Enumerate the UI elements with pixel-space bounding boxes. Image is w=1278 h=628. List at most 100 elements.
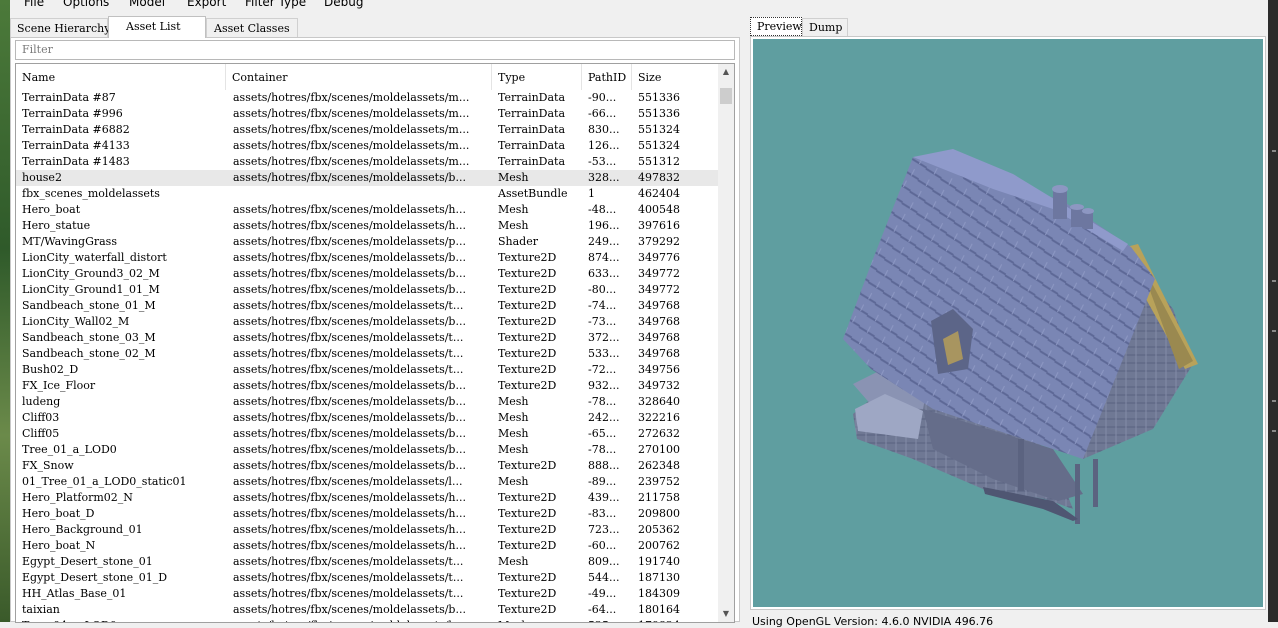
list-scrollbar[interactable]: ▲ ▼ (718, 64, 734, 622)
asset-row[interactable]: Bush02_D assets/hotres/fbx/scenes/moldela… (16, 362, 720, 378)
menu-export[interactable]: Export (187, 0, 226, 9)
cell-name: Tree_04_a_LOD0 (16, 618, 226, 622)
window-edge (1268, 0, 1278, 622)
cell-size: 211758 (638, 491, 680, 504)
scroll-up-arrow-icon[interactable]: ▲ (718, 64, 734, 80)
scroll-down-arrow-icon[interactable]: ▼ (718, 606, 734, 622)
cell-size: 497832 (638, 171, 680, 184)
asset-row[interactable]: Tree_04_a_LOD0assets/hotres/fbx/scenes/m… (16, 618, 720, 622)
cell-container: assets/hotres/fbx/scenes/moldelassets/m.… (233, 139, 470, 152)
asset-row[interactable]: house2 assets/hotres/fbx/scenes/moldelass… (16, 170, 720, 186)
tab-asset-list[interactable]: Asset List (108, 16, 206, 38)
asset-row[interactable]: FX_Snow assets/hotres/fbx/scenes/moldelas… (16, 458, 720, 474)
cell-name: house2 (22, 171, 62, 184)
asset-row[interactable]: Sandbeach_stone_03_M assets/hotres/fbx/sc… (16, 330, 720, 346)
asset-row[interactable]: Cliff03 assets/hotres/fbx/scenes/moldelas… (16, 410, 720, 426)
cell-pathid: 242... (588, 411, 620, 424)
cell-pathid: -78... (588, 395, 617, 408)
cell-size: 349772 (638, 267, 680, 280)
cell-name: Sandbeach_stone_03_M (22, 331, 156, 344)
asset-row[interactable]: fbx_scenes_moldelassets AssetBundle 1 46240… (16, 186, 720, 202)
asset-row[interactable]: Hero_boat_D assets/hotres/fbx/scenes/mold… (16, 506, 720, 522)
asset-row[interactable]: Sandbeach_stone_02_M assets/hotres/fbx/sc… (16, 346, 720, 362)
cell-size: 379292 (638, 235, 680, 248)
cell-size: 551336 (638, 107, 680, 120)
asset-row[interactable]: Sandbeach_stone_01_M assets/hotres/fbx/sc… (16, 298, 720, 314)
column-header-size[interactable]: Size (632, 64, 720, 90)
cell-name: Cliff03 (22, 411, 60, 424)
cell-pathid: -53... (588, 155, 617, 168)
model-preview-viewport[interactable] (753, 39, 1263, 607)
menu-filter-type[interactable]: Filter Type (245, 0, 306, 9)
asset-row[interactable]: Cliff05 assets/hotres/fbx/scenes/moldelas… (16, 426, 720, 442)
column-header-name[interactable]: Name (16, 64, 226, 90)
asset-row[interactable]: TerrainData #4133 assets/hotres/fbx/scene… (16, 138, 720, 154)
tab-dump[interactable]: Dump (802, 18, 848, 36)
cell-pathid: 328... (588, 171, 620, 184)
asset-row[interactable]: FX_Ice_Floor assets/hotres/fbx/scenes/mol… (16, 378, 720, 394)
asset-row[interactable]: Hero_boat assets/hotres/fbx/scenes/moldel… (16, 202, 720, 218)
cell-type: Texture2D (498, 523, 557, 536)
cell-name: TerrainData #1483 (22, 155, 130, 168)
cell-container: assets/hotres/fbx/scenes/moldelassets/h.… (233, 507, 467, 520)
asset-row[interactable]: 01_Tree_01_a_LOD0_static01 assets/hotres/… (16, 474, 720, 490)
cell-name: taixian (22, 603, 60, 616)
cell-type: Texture2D (498, 331, 557, 344)
asset-row[interactable]: ludeng assets/hotres/fbx/scenes/moldelass… (16, 394, 720, 410)
tab-asset-classes[interactable]: Asset Classes (206, 18, 298, 38)
asset-row[interactable]: HH_Atlas_Base_01 assets/hotres/fbx/scenes… (16, 586, 720, 602)
cell-pathid: 126... (588, 139, 620, 152)
cell-type: Mesh (498, 203, 529, 216)
column-header-type[interactable]: Type (492, 64, 582, 90)
cell-type: Mesh (498, 475, 529, 488)
menu-model[interactable]: Model (129, 0, 165, 9)
asset-row[interactable]: LionCity_Ground3_02_M assets/hotres/fbx/s… (16, 266, 720, 282)
asset-row[interactable]: TerrainData #87 assets/hotres/fbx/scenes/… (16, 90, 720, 106)
asset-row[interactable]: LionCity_Wall02_M assets/hotres/fbx/scene… (16, 314, 720, 330)
tab-preview[interactable]: Preview (750, 17, 802, 36)
cell-pathid: -49... (588, 587, 617, 600)
filter-input[interactable]: Filter (15, 40, 735, 60)
cell-container: assets/hotres/fbx/scenes/moldelassets/p.… (233, 235, 466, 248)
asset-row[interactable]: Egypt_Desert_stone_01_D assets/hotres/fbx… (16, 570, 720, 586)
menu-file[interactable]: File (24, 0, 44, 9)
cell-type: Texture2D (498, 251, 557, 264)
asset-row[interactable]: TerrainData #6882 assets/hotres/fbx/scene… (16, 122, 720, 138)
cell-size: 400548 (638, 203, 680, 216)
menu-options[interactable]: Options (63, 0, 109, 9)
menu-debug[interactable]: Debug (324, 0, 363, 9)
asset-row[interactable]: Hero_statue assets/hotres/fbx/scenes/mold… (16, 218, 720, 234)
cell-name: Bush02_D (22, 363, 79, 376)
cell-size: 328640 (638, 395, 680, 408)
column-header-container[interactable]: Container (226, 64, 492, 90)
asset-row[interactable]: Hero_boat_N assets/hotres/fbx/scenes/mold… (16, 538, 720, 554)
asset-row[interactable]: Hero_Platform02_N assets/hotres/fbx/scene… (16, 490, 720, 506)
cell-type: Texture2D (498, 379, 557, 392)
cell-type: Texture2D (498, 571, 557, 584)
cell-container: assets/hotres/fbx/scenes/moldelassets/m.… (233, 155, 470, 168)
cell-name: Egypt_Desert_stone_01 (22, 555, 153, 568)
scrollbar-thumb[interactable] (720, 88, 732, 104)
asset-row[interactable]: TerrainData #1483 assets/hotres/fbx/scene… (16, 154, 720, 170)
cell-container: assets/hotres/fbx/scenes/moldelassets/h.… (233, 219, 467, 232)
asset-row[interactable]: Tree_01_a_LOD0 assets/hotres/fbx/scenes/m… (16, 442, 720, 458)
cell-size: 397616 (638, 219, 680, 232)
desktop-edge (0, 0, 10, 622)
asset-list[interactable]: Name Container Type PathID Size TerrainD… (15, 63, 735, 623)
cell-pathid: 633... (588, 267, 620, 280)
asset-row[interactable]: TerrainData #996 assets/hotres/fbx/scenes… (16, 106, 720, 122)
cell-name: LionCity_waterfall_distort (22, 251, 167, 264)
cell-type: Shader (498, 235, 538, 248)
asset-row[interactable]: LionCity_waterfall_distort assets/hotres/… (16, 250, 720, 266)
cell-size: 239752 (638, 475, 680, 488)
cell-name: FX_Snow (22, 459, 74, 472)
asset-row[interactable]: MT/WavingGrass assets/hotres/fbx/scenes/m… (16, 234, 720, 250)
column-header-pathid[interactable]: PathID (582, 64, 632, 90)
cell-name: TerrainData #996 (22, 107, 123, 120)
asset-row[interactable]: Egypt_Desert_stone_01 assets/hotres/fbx/s… (16, 554, 720, 570)
asset-row[interactable]: LionCity_Ground1_01_M assets/hotres/fbx/s… (16, 282, 720, 298)
asset-row[interactable]: Hero_Background_01 assets/hotres/fbx/scen… (16, 522, 720, 538)
tab-scene-hierarchy[interactable]: Scene Hierarchy (10, 18, 110, 38)
cell-container: assets/hotres/fbx/scenes/moldelassets/h.… (233, 491, 467, 504)
asset-row[interactable]: taixian assets/hotres/fbx/scenes/moldelas… (16, 602, 720, 618)
